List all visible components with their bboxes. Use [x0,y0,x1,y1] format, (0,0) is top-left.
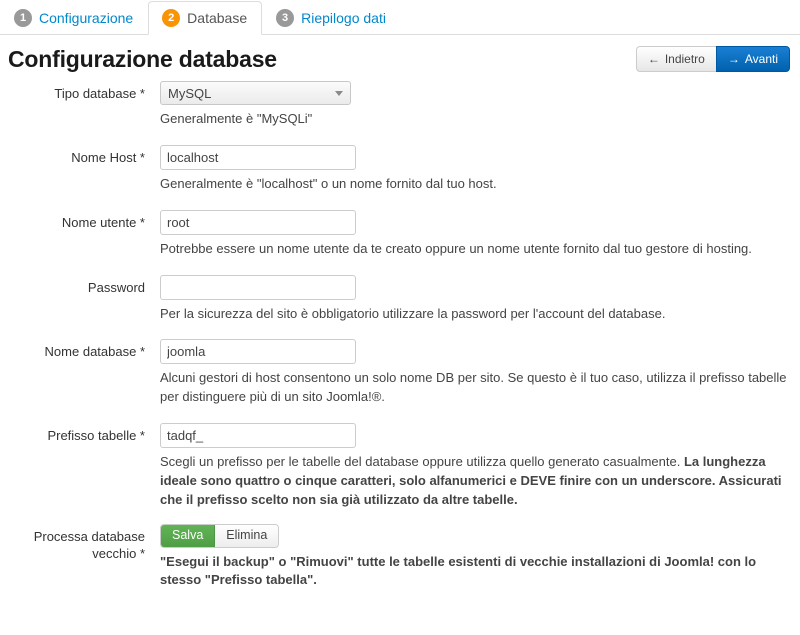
db-type-select[interactable]: MySQL [160,81,351,105]
host-input[interactable] [160,144,356,170]
db-type-selected-value: MySQL [168,86,212,101]
prefix-input[interactable] [160,423,356,449]
db-name-label: Nome database * [44,344,145,360]
tab-database[interactable]: 2 Database [148,1,263,35]
old-db-label: Processa database vecchio * [33,528,145,562]
password-help: Per la sicurezza del sito è obbligatorio… [160,305,666,321]
field-row-username: Nome utente * Potrebbe essere un nome ut… [0,209,800,275]
page-title: Configurazione database [8,46,277,72]
chevron-down-icon [335,91,343,96]
tab-number-badge: 3 [276,9,295,27]
arrow-right-icon: → [727,52,740,66]
username-input[interactable] [160,209,356,235]
db-name-input[interactable] [160,339,356,365]
password-input[interactable] [160,274,356,300]
next-button-label: Avanti [744,52,778,66]
tab-label: Database [187,10,248,26]
db-name-help: Alcuni gestori di host consentono un sol… [160,370,787,405]
back-button[interactable]: ← Indietro [635,46,716,72]
db-type-help: Generalmente è "MySQLi" [160,111,313,126]
database-configuration-form: Tipo database * MySQL Generalmente è "My… [0,81,800,606]
password-label: Password [87,279,145,295]
page-header: Configurazione database ← Indietro → Ava… [0,35,800,81]
field-row-password: Password Per la sicurezza del sito è obb… [0,274,800,340]
tab-label: Riepilogo dati [301,10,386,26]
old-db-help: "Esegui il backup" o "Rimuovi" tutte le … [160,553,757,588]
prefix-help: Scegli un prefisso per le tabelle del da… [160,453,796,510]
field-row-db-type: Tipo database * MySQL Generalmente è "My… [0,81,800,145]
field-row-old-db: Processa database vecchio * Salva Elimin… [0,523,800,607]
prefix-label: Prefisso tabelle * [47,428,145,444]
tab-label: Configurazione [39,10,134,26]
old-db-toggle-group: Salva Elimina [160,523,280,548]
db-type-label: Tipo database * [54,86,145,101]
host-label: Nome Host * [71,149,145,165]
back-button-label: Indietro [664,52,705,66]
tab-riepilogo-dati[interactable]: 3 Riepilogo dati [262,1,401,35]
arrow-left-icon: ← [647,52,660,66]
field-row-host: Nome Host * Generalmente è "localhost" o… [0,144,800,210]
field-row-prefix: Prefisso tabelle * Scegli un prefisso pe… [0,423,800,524]
username-label: Nome utente * [61,214,145,230]
wizard-tab-bar: 1 Configurazione 2 Database 3 Riepilogo … [0,0,800,35]
old-db-save-option[interactable]: Salva [161,524,216,547]
old-db-delete-option[interactable]: Elimina [215,524,279,547]
tab-number-badge: 2 [162,9,181,27]
field-row-db-name: Nome database * Alcuni gestori di host c… [0,339,800,423]
prefix-help-normal: Scegli un prefisso per le tabelle del da… [160,454,684,470]
wizard-nav-buttons: ← Indietro → Avanti [635,46,790,72]
tab-configurazione[interactable]: 1 Configurazione [0,1,148,35]
tab-number-badge: 1 [14,9,32,27]
next-button[interactable]: → Avanti [715,46,790,72]
host-help: Generalmente è "localhost" o un nome for… [160,175,497,191]
username-help: Potrebbe essere un nome utente da te cre… [160,240,752,256]
